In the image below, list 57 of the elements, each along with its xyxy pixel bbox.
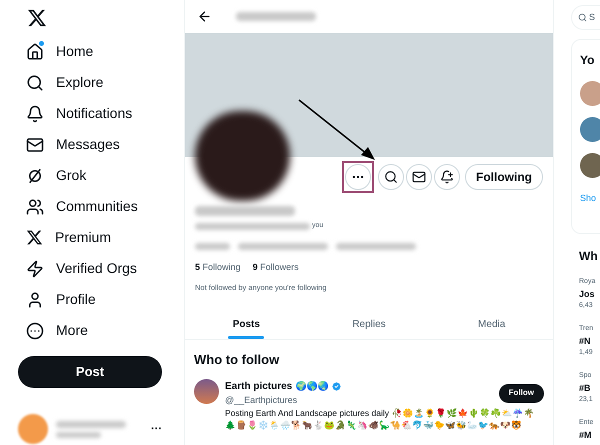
trend-title[interactable]: #M: [579, 429, 600, 441]
bell-plus-icon: [440, 170, 454, 184]
nav-item[interactable]: Communities: [18, 191, 162, 222]
nav-item[interactable]: Verified Orgs: [18, 253, 162, 284]
account-bio: Posting Earth And Landscape pictures daily 🥀🌼🏝🌻🌹🌿🍁🌵🍀☘⛅☔🌴🌲🪵🌷❄🌦🌧🐕🐂🐇🐸🐊🦎🦄🐗🦕🐪🐔🐬🐳🐤🦋🐝🦢🐦🐅🐶🐯: [225, 407, 536, 432]
profile-tab[interactable]: Replies: [308, 310, 430, 340]
blurred-text: [56, 420, 126, 428]
search-icon: [578, 13, 587, 22]
x-logo: [27, 8, 47, 28]
lightning-icon: [26, 260, 44, 278]
nav-item[interactable]: Profile: [18, 284, 162, 315]
blurred-text: [195, 242, 230, 250]
nav-item[interactable]: Premium: [18, 222, 162, 253]
envelope-icon: [412, 170, 426, 184]
home-icon: [26, 42, 44, 60]
account-name[interactable]: Earth pictures: [225, 378, 292, 394]
account-handle: @__Earthpictures: [225, 394, 298, 407]
blurred-text: [56, 432, 101, 438]
nav-item[interactable]: Messages: [18, 129, 162, 160]
section-title: Who to follow: [193, 351, 280, 370]
avatar-photo-placeholder: [580, 117, 600, 142]
more-circle-icon: [26, 322, 44, 340]
avatar: [18, 414, 48, 444]
trend-title[interactable]: #N: [579, 335, 600, 347]
envelope-icon: [26, 136, 44, 154]
people-icon: [26, 198, 44, 216]
account-menu-button[interactable]: ···: [151, 420, 162, 438]
person-icon: [26, 290, 44, 308]
profile-action-button[interactable]: [406, 164, 432, 190]
post-button[interactable]: Post: [18, 356, 162, 388]
avatar-photo-placeholder: [194, 378, 219, 404]
follow-button[interactable]: Follow: [498, 384, 544, 403]
profile-tab[interactable]: Posts: [185, 310, 308, 340]
nav-item[interactable]: Notifications: [18, 98, 162, 129]
trend-title[interactable]: #B: [579, 382, 600, 394]
follow-stat-link[interactable]: 5 Following: [195, 260, 241, 274]
profile-action-button[interactable]: [434, 164, 460, 190]
avatar-photo-placeholder: [580, 81, 600, 106]
following-button[interactable]: Following: [465, 164, 543, 190]
nav-item[interactable]: Grok: [18, 160, 162, 191]
x-logo-icon: [26, 229, 43, 246]
profile-action-button[interactable]: [378, 164, 404, 190]
search-icon: [26, 74, 44, 92]
avatar-photo-placeholder: [580, 153, 600, 178]
search-field[interactable]: S: [571, 5, 600, 30]
search-icon: [384, 170, 398, 184]
slashed-circle-icon: [26, 166, 44, 184]
bell-icon: [26, 104, 44, 122]
profile-tab[interactable]: Media: [430, 310, 554, 340]
card-title: Wh: [579, 248, 599, 265]
globe-emojis: 🌍🌎🌏: [295, 380, 328, 393]
follow-stat-link[interactable]: 9 Followers: [252, 260, 299, 274]
nav-item[interactable]: Home: [18, 36, 162, 67]
nav-item[interactable]: Explore: [18, 67, 162, 98]
card-title: Yo: [580, 52, 596, 69]
trend-title[interactable]: Jos: [579, 288, 600, 300]
nav-item[interactable]: More: [18, 315, 162, 346]
